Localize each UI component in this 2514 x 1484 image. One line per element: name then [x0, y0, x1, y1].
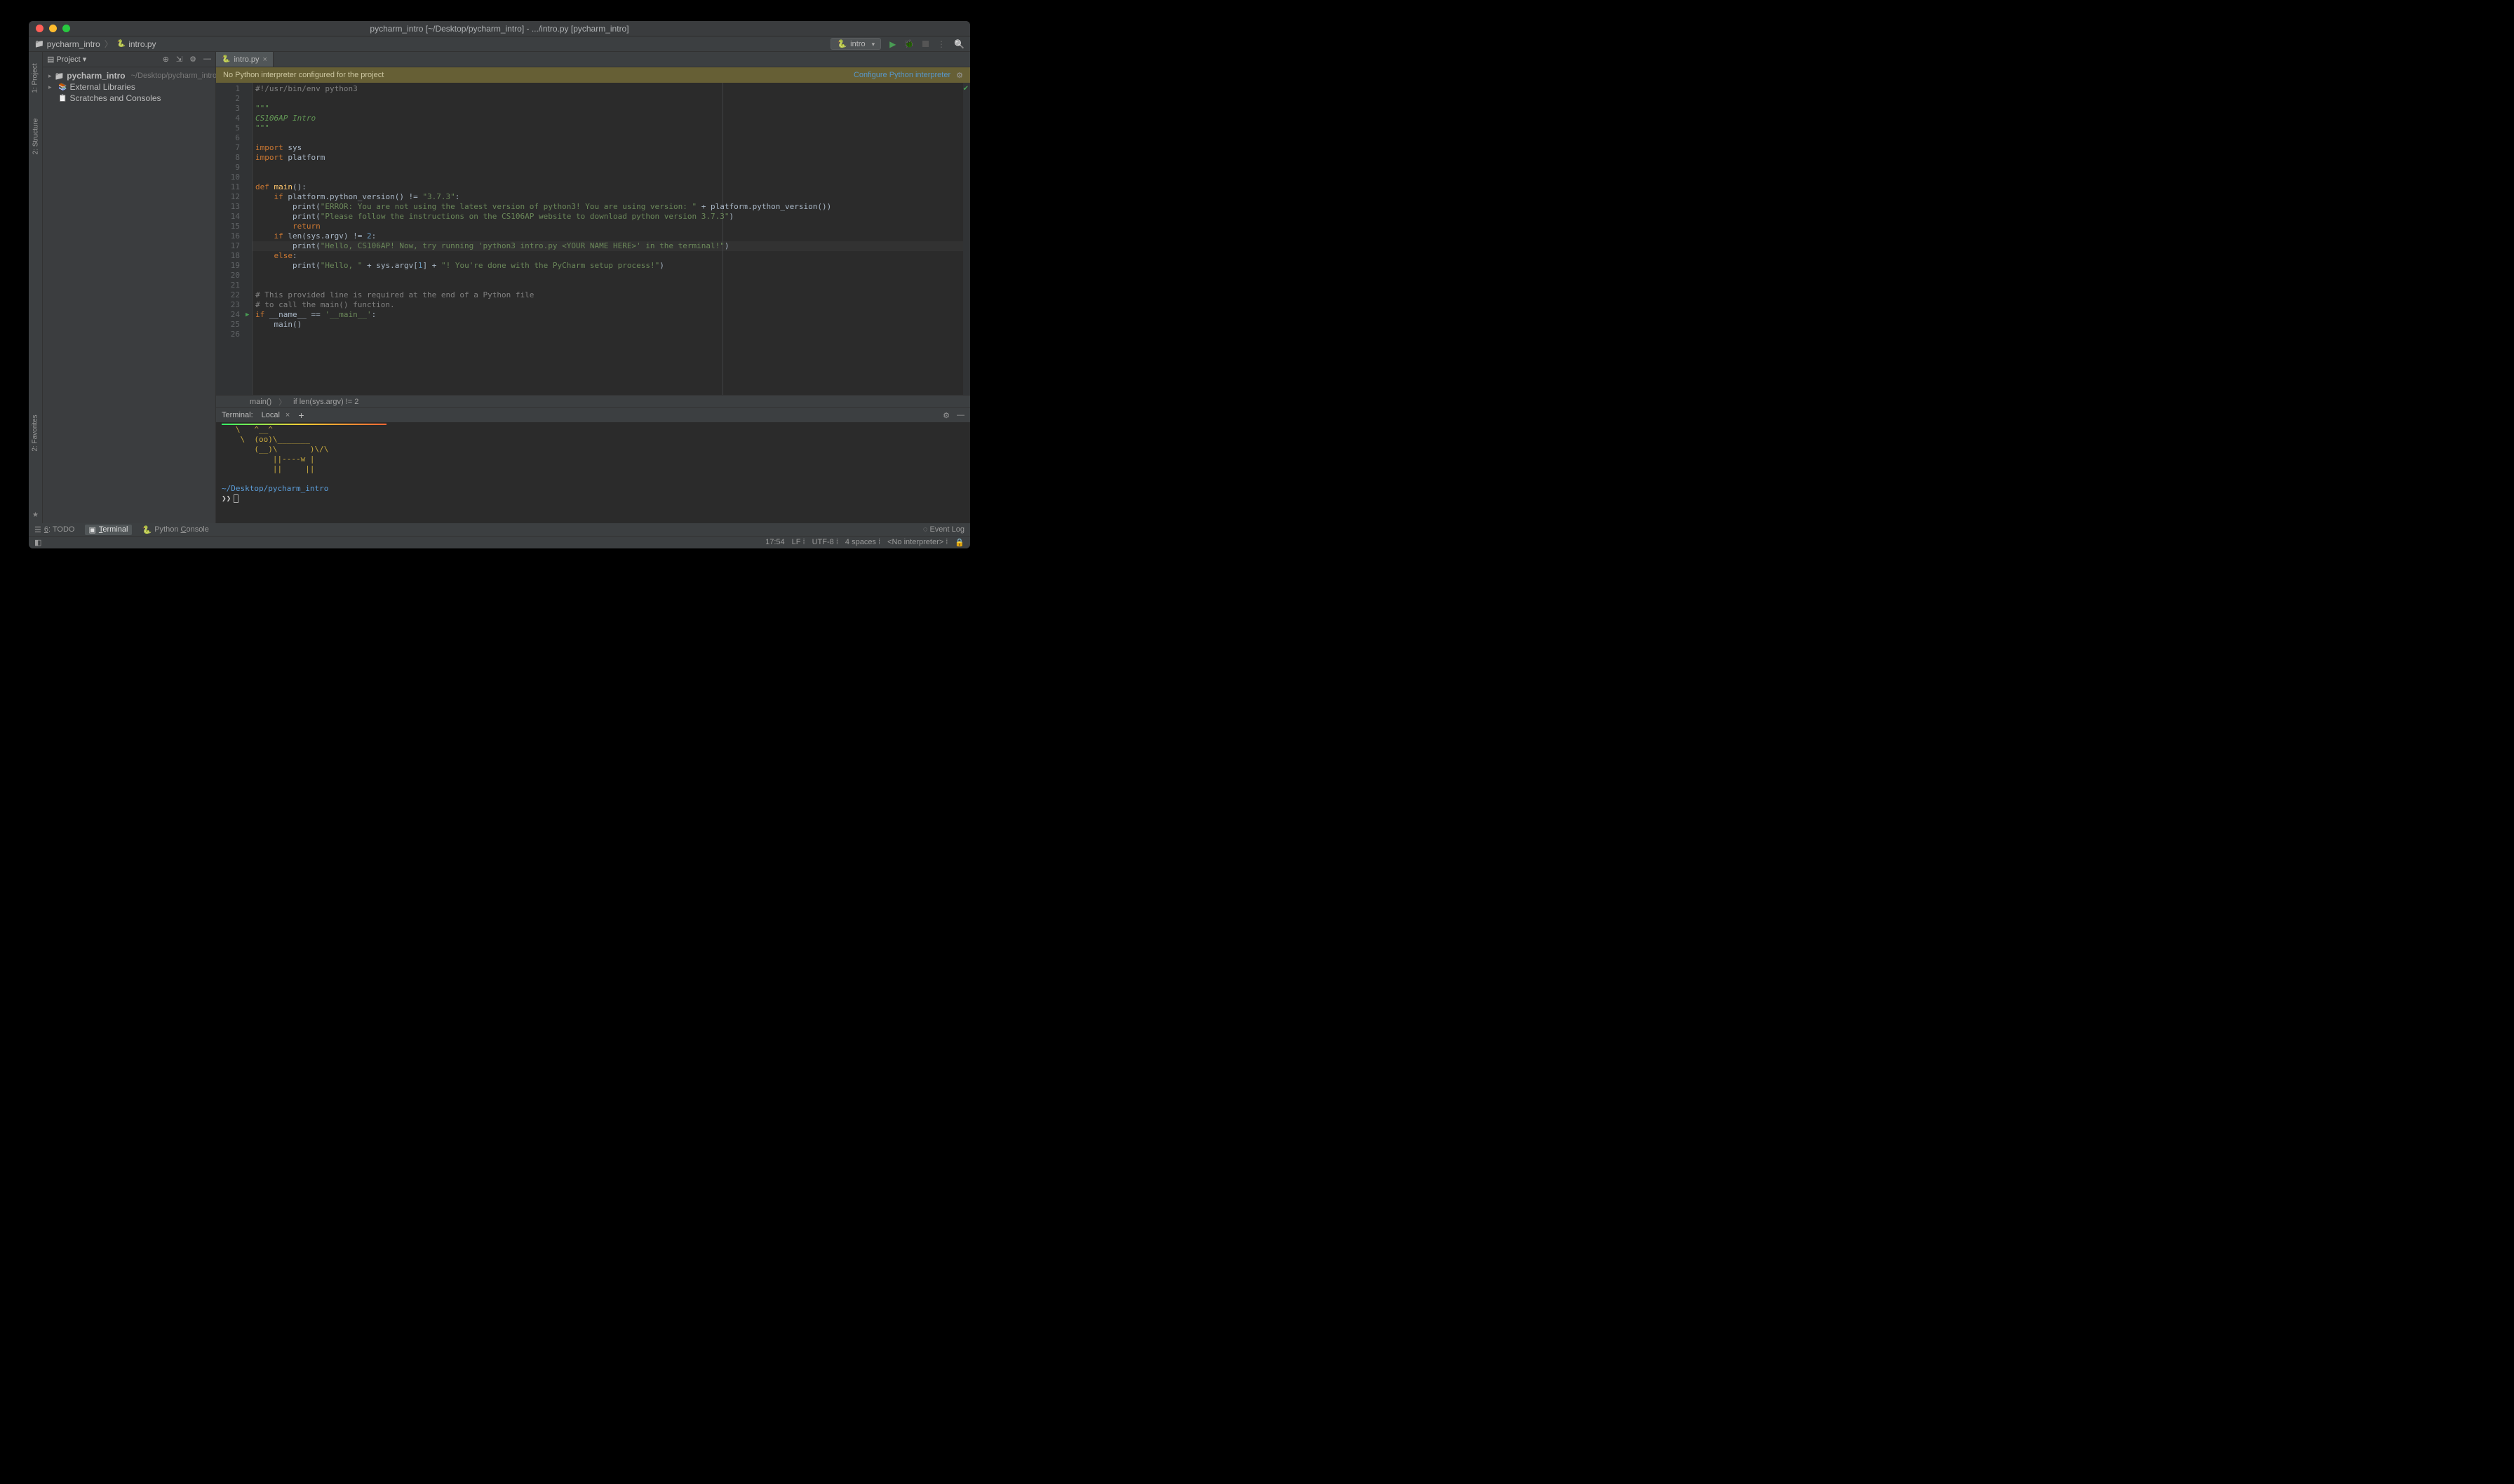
gutter-tab-structure[interactable]: 2: Structure: [32, 119, 39, 155]
close-icon[interactable]: ×: [285, 411, 290, 419]
hide-sidebar-icon[interactable]: —: [203, 55, 211, 64]
close-tab-icon[interactable]: ×: [263, 55, 267, 64]
scratch-icon: [58, 95, 67, 102]
python-file-icon: [117, 40, 126, 48]
bookmark-icon[interactable]: ★: [32, 511, 39, 519]
stop-button[interactable]: [922, 41, 929, 47]
collapse-icon[interactable]: ⇲: [176, 55, 182, 64]
banner-settings-icon[interactable]: ⚙: [956, 71, 963, 80]
python-logo-icon: [837, 39, 847, 48]
editor-tab-intro[interactable]: intro.py ×: [216, 52, 274, 67]
status-line-sep[interactable]: LF ⁞: [792, 538, 805, 547]
editor-tab-label: intro.py: [234, 55, 259, 64]
editor-tabs: intro.py ×: [216, 52, 970, 67]
tree-external-libs[interactable]: ▸ External Libraries: [43, 81, 215, 93]
tree-scratches[interactable]: ▸ Scratches and Consoles: [43, 93, 215, 104]
gutter-tab-project[interactable]: 1: Project: [32, 63, 39, 93]
editor-breadcrumb[interactable]: main() 〉 if len(sys.argv) != 2: [216, 395, 970, 407]
chevron-down-icon: [869, 40, 875, 48]
editor-area: intro.py × No Python interpreter configu…: [216, 52, 970, 523]
project-sidebar: ▤ Project ▾ ⊕ ⇲ ⚙ — ▸ pycharm_intro ~/De…: [43, 52, 216, 523]
status-interpreter[interactable]: <No interpreter> ⁞: [887, 538, 948, 547]
banner-message: No Python interpreter configured for the…: [223, 71, 384, 79]
debug-button[interactable]: [904, 39, 914, 48]
ide-body: 1: Project 2: Structure 2: Favorites ★ ▤…: [29, 52, 970, 523]
python-logo-icon: [142, 525, 152, 534]
event-log-button[interactable]: ◌ Event Log: [923, 525, 964, 534]
tree-root[interactable]: ▸ pycharm_intro ~/Desktop/pycharm_intro: [43, 70, 215, 81]
search-everywhere-button[interactable]: [954, 39, 964, 49]
inspection-ok-icon[interactable]: ✔: [963, 85, 969, 93]
toolbar-todo[interactable]: ☰ 6: TODO: [34, 525, 75, 534]
terminal-ascii-art: \ ^__^ \ (oo)\_______ (__)\ )\/\ ||----w…: [222, 425, 328, 473]
toolbar-divider: ⋮: [937, 39, 946, 49]
bottom-toolbar: ☰ 6: TODO ▣ Terminal Python Console ◌ Ev…: [29, 523, 970, 536]
project-tree[interactable]: ▸ pycharm_intro ~/Desktop/pycharm_intro …: [43, 67, 215, 107]
crumb-fn[interactable]: main(): [250, 398, 271, 406]
toolbar-python-console[interactable]: Python Console: [142, 525, 208, 534]
terminal-cwd: ~/Desktop/pycharm_intro: [222, 484, 328, 493]
fold-gutter[interactable]: [244, 83, 253, 395]
run-config-selector[interactable]: intro: [831, 38, 881, 50]
chevron-right-icon[interactable]: ▸: [48, 83, 55, 91]
tree-root-path: ~/Desktop/pycharm_intro: [131, 72, 217, 80]
terminal-header-label: Terminal:: [222, 411, 253, 419]
sidebar-view-selector[interactable]: ▤ Project ▾: [47, 55, 86, 64]
titlebar: pycharm_intro [~/Desktop/pycharm_intro] …: [29, 21, 970, 36]
terminal-settings-icon[interactable]: ⚙: [943, 411, 950, 420]
terminal-tab-local[interactable]: Local×: [262, 411, 290, 419]
editor[interactable]: 1234567891011121314151617181920212223242…: [216, 83, 970, 395]
window-title: pycharm_intro [~/Desktop/pycharm_intro] …: [29, 24, 970, 34]
run-config-label: intro: [850, 40, 865, 48]
run-button[interactable]: ▶: [889, 39, 896, 49]
line-gutter[interactable]: 1234567891011121314151617181920212223242…: [216, 83, 244, 395]
tree-root-label: pycharm_intro: [67, 71, 125, 81]
new-terminal-button[interactable]: +: [298, 410, 304, 421]
configure-interpreter-link[interactable]: Configure Python interpreter: [854, 71, 950, 79]
tool-windows-button[interactable]: ◧: [34, 538, 41, 547]
status-caret-pos[interactable]: 17:54: [765, 538, 785, 547]
folder-icon: [55, 72, 65, 81]
locate-icon[interactable]: ⊕: [163, 55, 169, 64]
status-bar: ◧ 17:54 LF ⁞ UTF-8 ⁞ 4 spaces ⁞ <No inte…: [29, 536, 970, 548]
breadcrumb-project[interactable]: pycharm_intro: [47, 39, 100, 49]
interpreter-warning-banner: No Python interpreter configured for the…: [216, 67, 970, 83]
status-indent[interactable]: 4 spaces ⁞: [845, 538, 880, 547]
tree-scratch-label: Scratches and Consoles: [69, 93, 161, 103]
terminal-prompt: ❯❯: [222, 494, 231, 503]
toolbar-terminal[interactable]: ▣ Terminal: [85, 525, 133, 535]
crumb-stmt[interactable]: if len(sys.argv) != 2: [293, 398, 358, 406]
status-lock-icon[interactable]: 🔒: [955, 538, 964, 547]
chevron-right-icon[interactable]: ▸: [48, 72, 52, 80]
breadcrumb-sep: 〉: [105, 38, 113, 50]
hide-terminal-icon[interactable]: —: [957, 411, 964, 420]
terminal-header: Terminal: Local× + ⚙ —: [216, 408, 970, 422]
left-tool-gutter: 1: Project 2: Structure 2: Favorites ★: [29, 52, 43, 523]
gutter-tab-favorites[interactable]: 2: Favorites: [32, 414, 39, 451]
python-file-icon: [222, 55, 230, 63]
status-encoding[interactable]: UTF-8 ⁞: [812, 538, 838, 547]
folder-icon: [34, 39, 44, 48]
sidebar-header: ▤ Project ▾ ⊕ ⇲ ⚙ —: [43, 52, 215, 67]
terminal-content[interactable]: \ ^__^ \ (oo)\_______ (__)\ )\/\ ||----w…: [216, 422, 970, 523]
tree-extlib-label: External Libraries: [69, 82, 135, 92]
code-area[interactable]: #!/usr/bin/env python3"""CS106AP Intro""…: [253, 83, 963, 395]
crumb-sep: 〉: [278, 396, 286, 407]
settings-cog-icon[interactable]: ⚙: [189, 55, 196, 64]
breadcrumb-file[interactable]: intro.py: [128, 39, 156, 49]
error-stripe[interactable]: ✔: [963, 83, 970, 395]
library-icon: [58, 83, 67, 91]
terminal-cursor: [234, 494, 238, 503]
navigation-bar: pycharm_intro 〉 intro.py intro ▶ ⋮: [29, 36, 970, 52]
breadcrumb[interactable]: pycharm_intro 〉 intro.py: [34, 38, 156, 50]
terminal-tool-window: Terminal: Local× + ⚙ — \ ^__^ \ (oo)\___…: [216, 407, 970, 523]
ide-window: pycharm_intro [~/Desktop/pycharm_intro] …: [29, 21, 970, 548]
